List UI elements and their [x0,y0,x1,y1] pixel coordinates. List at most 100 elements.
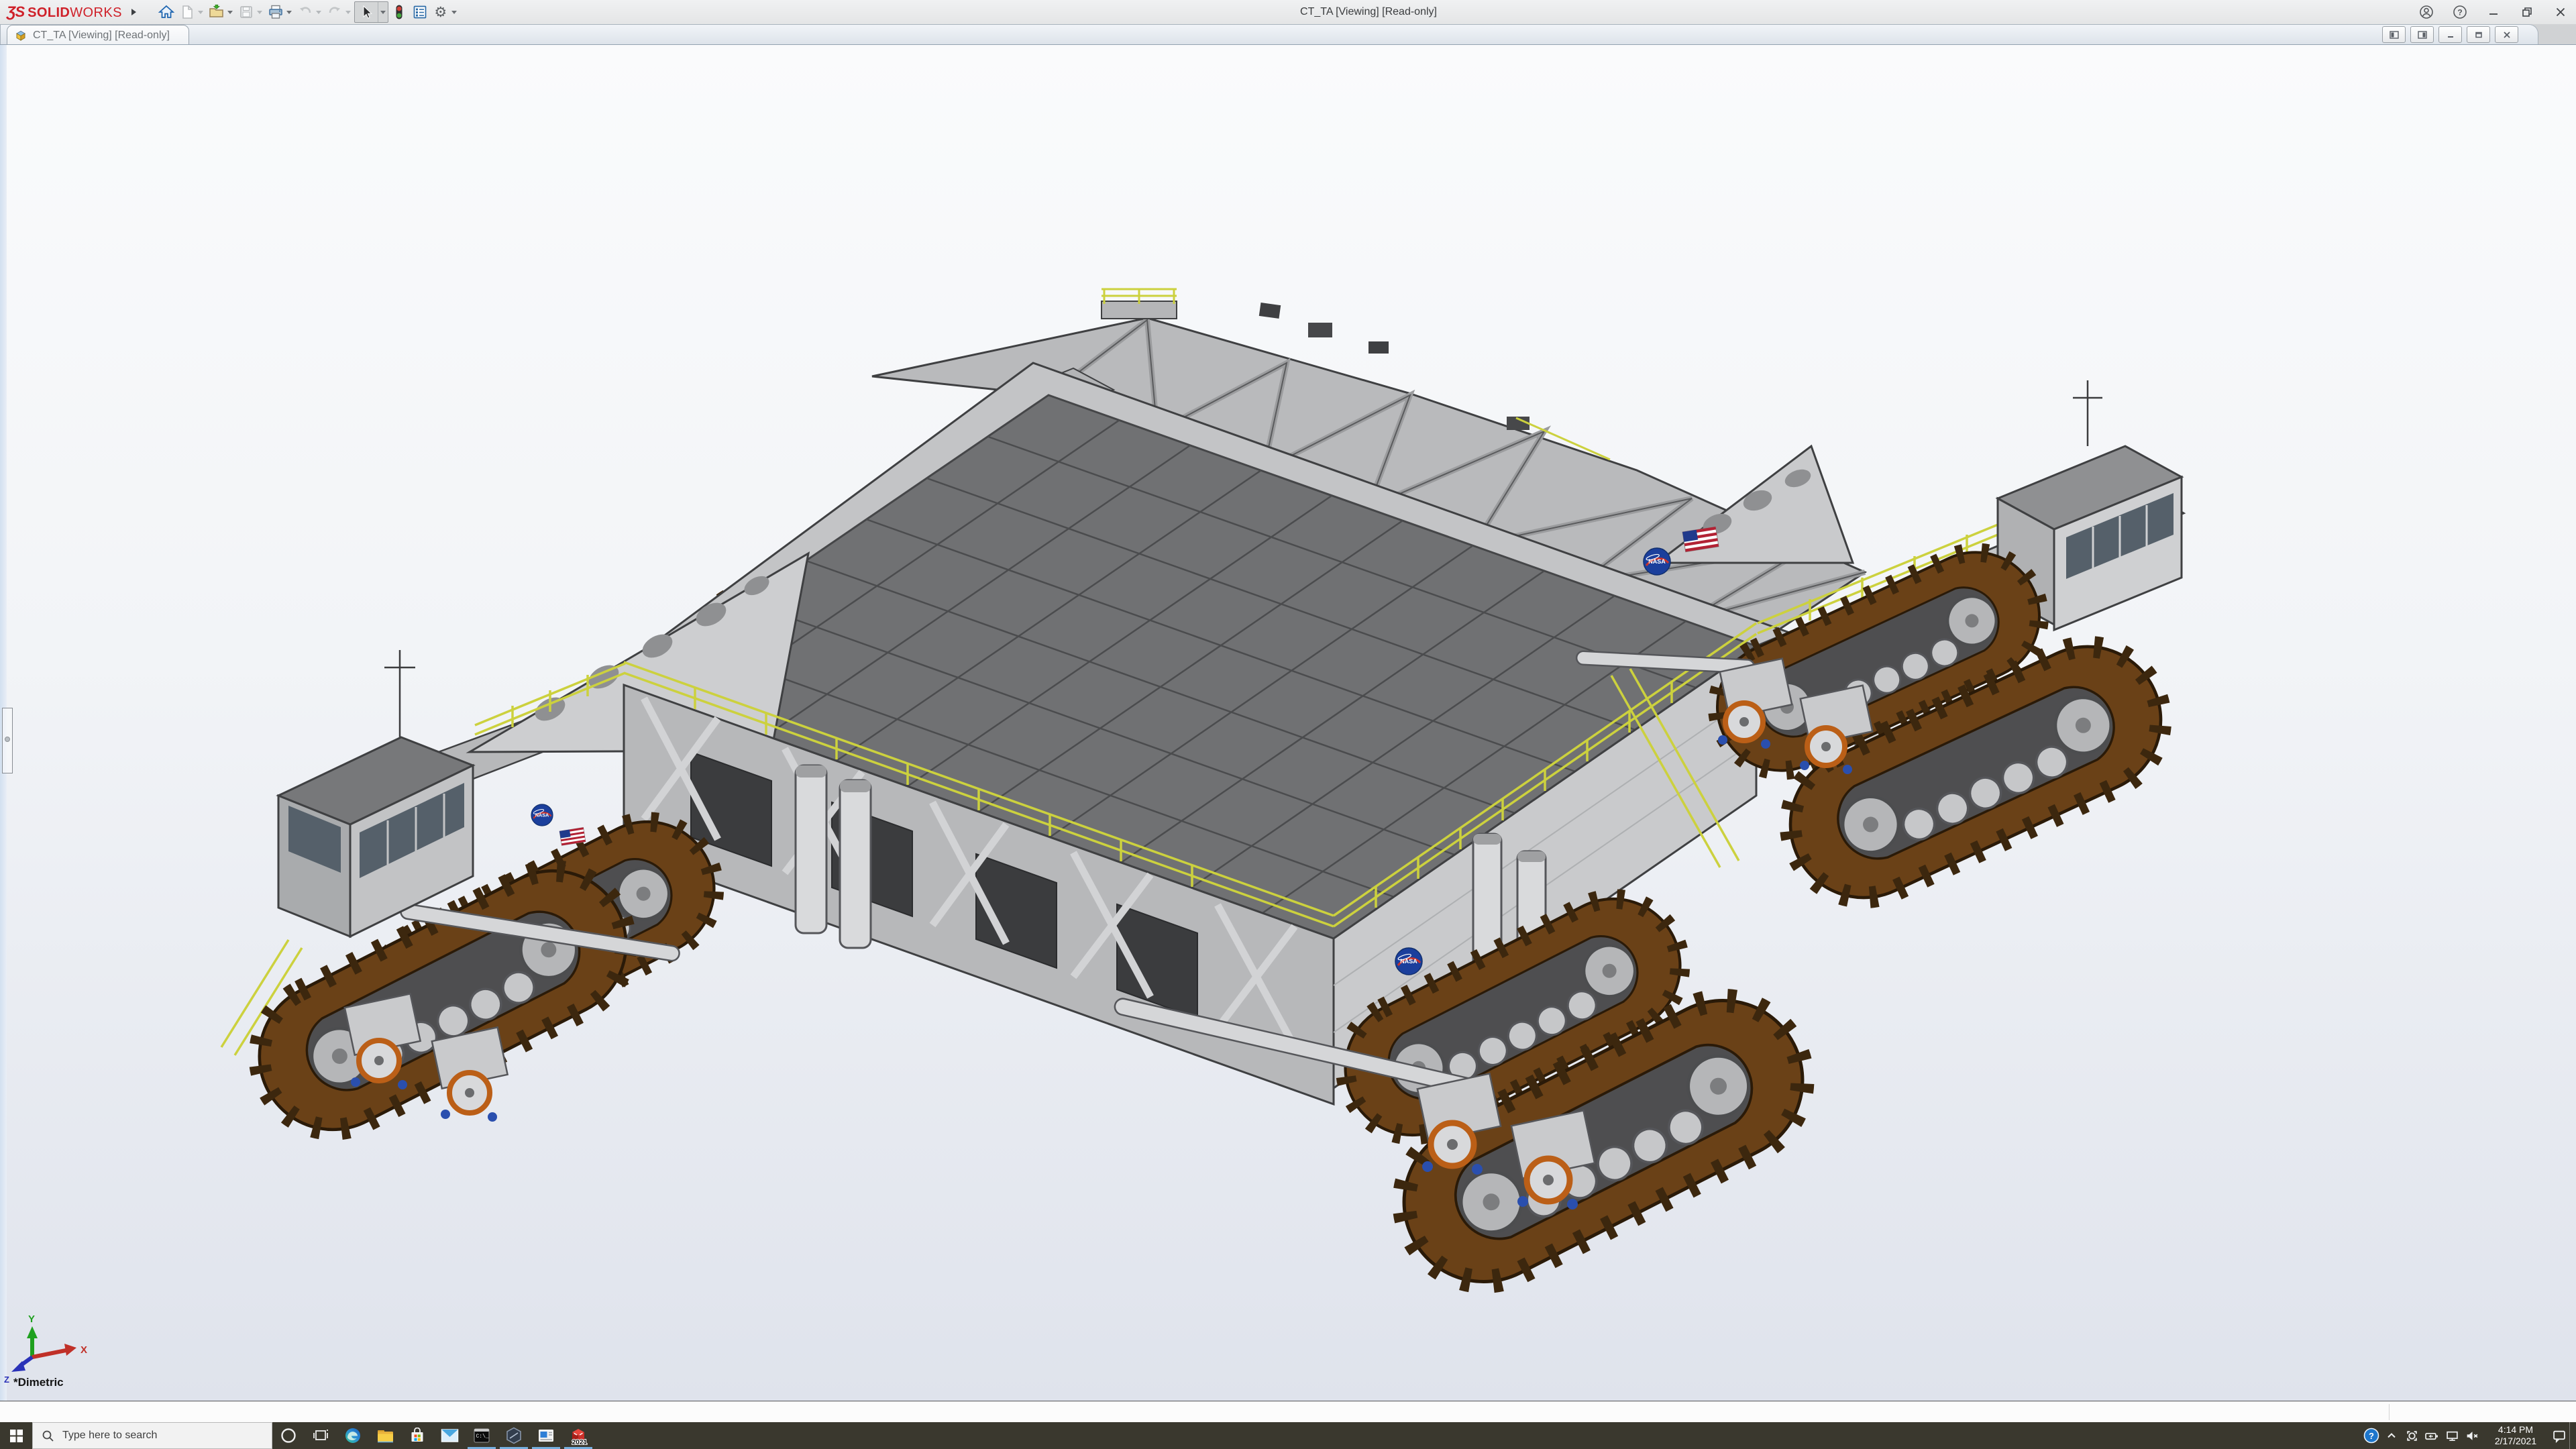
performance-light-button[interactable] [389,2,409,22]
taskbar-item-solidworks[interactable]: 2021 [562,1422,594,1449]
help-button[interactable]: ? [2451,3,2469,21]
undo-dropdown-caret[interactable] [316,11,321,14]
edge-icon [344,1427,362,1444]
solidworks-window: ƷS SOLIDWORKS [0,0,2576,1449]
svg-text:C:\_: C:\_ [476,1434,489,1440]
redo-button[interactable] [325,2,345,22]
task-view-icon [313,1428,329,1444]
window-controls: ? [2418,0,2569,24]
save-dropdown-caret[interactable] [257,11,262,14]
window-title: CT_TA [Viewing] [Read-only] [1300,6,1437,18]
user-icon [2419,5,2434,19]
evaluate-button[interactable] [410,2,430,22]
triad-x-label: X [80,1344,87,1356]
mdi-close-button[interactable] [2495,26,2518,43]
print-icon [268,4,284,20]
close-button[interactable] [2552,3,2569,21]
undo-icon [297,4,313,20]
traffic-light-icon [392,4,406,20]
brand-solid: SOLID [28,5,70,21]
mdi-restore-button[interactable] [2467,26,2490,43]
account-button[interactable] [2418,3,2435,21]
tray-time: 4:14 PM [2482,1424,2549,1436]
svg-text:2021: 2021 [572,1439,588,1445]
graphics-viewport[interactable]: NASA NASA NASA Y [0,44,2576,1401]
quick-access-toolbar: ⚙ [156,0,460,24]
home-button[interactable] [156,2,176,22]
pane-right-icon [2418,31,2427,39]
action-center-button[interactable] [2549,1422,2569,1449]
svg-text:NASA: NASA [1400,958,1417,965]
search-icon [42,1430,54,1442]
redo-dropdown-caret[interactable] [345,11,351,14]
tray-clock[interactable]: 4:14 PM 2/17/2021 [2482,1424,2549,1447]
redo-icon [327,4,343,20]
crawler-transporter-model[interactable]: NASA NASA NASA [221,289,2185,1309]
taskbar-item-file-explorer[interactable] [369,1422,401,1449]
tray-capture-button[interactable] [2402,1422,2422,1449]
help-icon: ? [2453,5,2467,19]
taskbar-item-cortana[interactable] [272,1422,305,1449]
screen-capture-icon [2406,1430,2418,1442]
mdi-tile-left-button[interactable] [2382,26,2406,43]
mdi-tile-right-button[interactable] [2410,26,2434,43]
options-button[interactable]: ⚙ [431,2,451,22]
close-icon [2554,5,2567,19]
system-tray: ? [2361,1422,2576,1449]
svg-text:NASA: NASA [535,812,549,818]
taskbar-item-edge[interactable] [337,1422,369,1449]
taskbar-item-media-app[interactable] [530,1422,562,1449]
new-document-button[interactable] [177,2,197,22]
restore-icon [2520,5,2534,19]
orientation-label: *Dimetric [13,1376,64,1389]
mdi-minimize-button[interactable] [2438,26,2462,43]
model-canvas[interactable]: NASA NASA NASA Y [0,45,2576,1401]
tray-network-button[interactable] [2442,1422,2462,1449]
select-tool-button[interactable] [355,2,378,22]
open-button[interactable] [207,2,227,22]
taskbar-item-command-prompt[interactable]: C:\_ [466,1422,498,1449]
nasa-logo-decal: NASA [1644,548,1670,575]
taskbar-item-hexagon-app[interactable] [498,1422,530,1449]
document-tab-bar: CT_TA [Viewing] [Read-only] [0,24,2576,44]
microsoft-store-icon [409,1428,425,1444]
tray-battery-button[interactable] [2422,1422,2442,1449]
solidworks-2021-icon: 2021 [569,1426,588,1445]
nasa-logo-decal: NASA [1395,948,1422,975]
featuremanager-flyout-handle[interactable] [2,708,13,773]
taskbar-item-task-view[interactable] [305,1422,337,1449]
home-icon [158,4,174,20]
show-desktop-button[interactable] [2569,1422,2576,1449]
tray-volume-button[interactable] [2462,1422,2482,1449]
brand-works: WORKS [70,5,122,21]
windows-logo-icon [10,1430,23,1442]
mdi-close-icon [2502,31,2512,39]
taskbar: C:\_ [0,1422,2576,1449]
file-explorer-icon [376,1428,394,1444]
save-button[interactable] [236,2,256,22]
open-folder-icon [209,4,225,20]
new-dropdown-caret[interactable] [198,11,203,14]
search-input[interactable] [61,1429,258,1442]
minimize-button[interactable] [2485,3,2502,21]
command-prompt-icon: C:\_ [473,1427,490,1444]
open-dropdown-caret[interactable] [227,11,233,14]
options-dropdown-caret[interactable] [451,11,457,14]
chevron-up-icon [2385,1430,2398,1442]
restore-button[interactable] [2518,3,2536,21]
toolbar-flyout-arrow-icon[interactable] [131,9,136,15]
tray-hidden-icons-button[interactable] [2381,1422,2402,1449]
taskbar-search[interactable] [32,1422,272,1449]
taskbar-item-mail[interactable] [433,1422,466,1449]
document-tab[interactable]: CT_TA [Viewing] [Read-only] [7,25,189,45]
undo-button[interactable] [295,2,315,22]
select-dropdown-caret[interactable] [378,2,388,22]
svg-text:?: ? [2457,8,2462,17]
print-button[interactable] [266,2,286,22]
tray-help-button[interactable]: ? [2361,1422,2381,1449]
action-center-icon [2552,1429,2567,1443]
start-button[interactable] [0,1422,32,1449]
print-dropdown-caret[interactable] [286,11,292,14]
dassault-logo-icon: ƷS [7,3,24,21]
taskbar-item-microsoft-store[interactable] [401,1422,433,1449]
